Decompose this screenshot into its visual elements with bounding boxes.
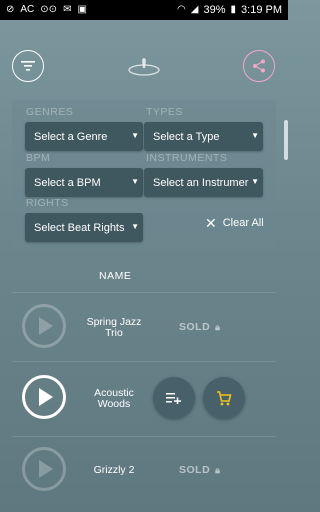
close-icon: ✕ xyxy=(205,215,217,231)
camera-icon: ▣ xyxy=(77,4,87,15)
type-select[interactable]: Select a Type ▼ xyxy=(144,122,263,151)
status-badge: SOLD 🔒︎ xyxy=(179,321,220,333)
add-to-playlist-button[interactable] xyxy=(153,377,195,419)
share-button[interactable] xyxy=(243,50,275,82)
rights-label: RIGHTS xyxy=(26,197,69,209)
lock-icon: 🔒︎ xyxy=(215,464,221,475)
playlist-add-icon xyxy=(166,393,181,404)
ac-icon: AC xyxy=(20,4,35,15)
instrument-select[interactable]: Select an Instrumer ▼ xyxy=(144,168,263,197)
filter-panel: GENRES TYPES Select a Genre ▼ Select a T… xyxy=(12,100,276,247)
chevron-down-icon: ▼ xyxy=(129,177,139,186)
instrument-select-value: Select an Instrumer xyxy=(153,176,249,189)
status-label: SOLD xyxy=(179,464,211,476)
status-badge: SOLD 🔒︎ xyxy=(179,464,220,476)
bpm-select-value: Select a BPM xyxy=(34,176,101,189)
bpm-select[interactable]: Select a BPM ▼ xyxy=(25,168,143,197)
name-column-header: NAME xyxy=(99,270,132,282)
cart-icon xyxy=(217,390,232,405)
instruments-label: INSTRUMENTS xyxy=(146,152,228,164)
clear-all-button[interactable]: ✕ Clear All xyxy=(205,216,264,230)
rights-select[interactable]: Select Beat Rights ▼ xyxy=(25,213,143,242)
lock-icon: 🔒︎ xyxy=(215,321,221,332)
clock: 3:19 PM xyxy=(241,4,282,16)
chevron-down-icon: ▼ xyxy=(129,222,139,231)
play-icon xyxy=(39,460,53,478)
signal-icon: ◢ xyxy=(190,4,199,15)
chevron-down-icon: ▼ xyxy=(249,177,259,186)
scroll-edge-handle[interactable] xyxy=(284,120,288,160)
play-icon xyxy=(39,317,53,335)
mail-icon: ✉ xyxy=(63,4,72,15)
filter-button[interactable] xyxy=(12,50,44,82)
filter-icon xyxy=(21,61,35,71)
track-name: Grizzly 2 xyxy=(93,464,135,476)
status-label: SOLD xyxy=(179,321,211,333)
play-button[interactable] xyxy=(22,304,66,348)
battery-icon: ▮ xyxy=(230,4,237,15)
rights-select-value: Select Beat Rights xyxy=(34,221,125,234)
top-bar xyxy=(0,50,288,82)
type-select-value: Select a Type xyxy=(153,130,220,143)
play-button[interactable] xyxy=(22,375,66,419)
play-icon xyxy=(39,388,53,406)
wifi-icon: ◠ xyxy=(177,4,186,15)
battery-percent: 39% xyxy=(203,4,226,16)
bpm-label: BPM xyxy=(26,152,51,164)
track-row[interactable]: Acoustic Woods xyxy=(0,362,288,432)
genre-select-value: Select a Genre xyxy=(34,130,108,143)
chevron-down-icon: ▼ xyxy=(129,131,139,140)
types-label: TYPES xyxy=(146,106,183,118)
genres-label: GENRES xyxy=(26,106,74,118)
track-row[interactable]: Spring Jazz Trio SOLD 🔒︎ xyxy=(0,292,288,362)
blocked-icon: ⊘ xyxy=(6,4,15,15)
track-name: Spring Jazz Trio xyxy=(86,316,142,339)
app-logo-icon xyxy=(128,58,160,76)
track-name: Acoustic Woods xyxy=(94,387,134,410)
share-icon xyxy=(253,59,265,73)
genre-select[interactable]: Select a Genre ▼ xyxy=(25,122,143,151)
voicemail-icon: ⊙⊙ xyxy=(40,4,58,15)
status-bar: ⊘ AC ⊙⊙ ✉ ▣ ◠ ◢ 39% ▮ 3:19 PM xyxy=(0,0,288,20)
play-button[interactable] xyxy=(22,447,66,491)
chevron-down-icon: ▼ xyxy=(249,131,259,140)
add-to-cart-button[interactable] xyxy=(203,377,245,419)
track-row[interactable]: Grizzly 2 SOLD 🔒︎ xyxy=(0,437,288,507)
clear-all-label: Clear All xyxy=(222,217,264,229)
